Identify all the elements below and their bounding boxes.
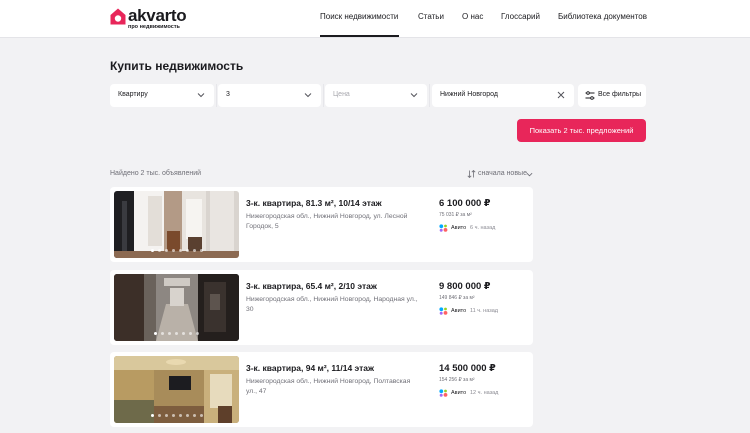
listing-price-per-m2: 154 256 ₽ за м²: [439, 377, 475, 383]
page-title: Купить недвижимость: [110, 59, 244, 73]
avito-icon: [439, 389, 448, 397]
listing-title[interactable]: 3-к. квартира, 81.3 м², 10/14 этаж: [246, 198, 382, 208]
avito-icon: [439, 224, 448, 232]
carousel-dot[interactable]: [150, 414, 154, 417]
listing-title[interactable]: 3-к. квартира, 65.4 м², 2/10 этаж: [246, 281, 377, 291]
listing-photo[interactable]: [114, 356, 239, 423]
photo-carousel-dots[interactable]: [114, 332, 239, 335]
property-type-value: Квартиру: [118, 91, 148, 98]
sliders-icon: [585, 91, 595, 100]
carousel-dot[interactable]: [199, 414, 203, 417]
carousel-dot[interactable]: [157, 249, 161, 252]
listing-address: Нижегородская обл., Нижний Новгород, Пол…: [246, 378, 411, 395]
listing-photo-image: [114, 191, 239, 258]
city-value: Нижний Новгород: [440, 91, 498, 98]
avito-icon: [439, 307, 448, 315]
carousel-dot[interactable]: [157, 414, 161, 417]
all-filters-label: Все фильтры: [598, 91, 641, 98]
rooms-value: 3: [226, 91, 230, 98]
nav-articles[interactable]: Статьи: [418, 12, 444, 21]
nav-search-property[interactable]: Поиск недвижимости: [320, 12, 398, 21]
nav-active-indicator: [320, 35, 399, 37]
chevron-down-icon: [410, 93, 418, 98]
listing-price-per-m2: 149 846 ₽ за м²: [439, 295, 475, 301]
listing-address: Нижегородская обл., Нижний Новгород, ул.…: [246, 213, 408, 230]
carousel-dot[interactable]: [171, 249, 175, 252]
sort-select[interactable]: сначала новые: [478, 170, 527, 177]
chevron-down-icon: [197, 93, 205, 98]
carousel-dot[interactable]: [178, 249, 182, 252]
listing-price-per-m2: 75 031 ₽ за м²: [439, 212, 472, 218]
logo-wordmark: akvarto: [128, 6, 187, 25]
carousel-dot[interactable]: [185, 249, 189, 252]
listing-source-name: Авито: [451, 225, 467, 231]
carousel-dot[interactable]: [196, 332, 199, 335]
carousel-dot[interactable]: [171, 414, 175, 417]
site-header: akvarto про недвижимость Поиск недвижимо…: [0, 0, 750, 38]
carousel-dot[interactable]: [199, 249, 203, 252]
nav-about[interactable]: О нас: [462, 12, 483, 21]
listing-price: 14 500 000 ₽: [439, 363, 496, 374]
listing-time-ago: 6 ч. назад: [470, 225, 496, 231]
logo-subtitle: про недвижимость: [128, 24, 180, 30]
carousel-dot[interactable]: [154, 332, 157, 335]
carousel-dot[interactable]: [189, 332, 192, 335]
filter-divider: [216, 84, 217, 107]
listing-source-name: Авито: [451, 390, 467, 396]
listing-price: 9 800 000 ₽: [439, 281, 491, 292]
results-count: Найдено 2 тыс. объявлений: [110, 170, 202, 177]
carousel-dot[interactable]: [161, 332, 164, 335]
listing-source-name: Авито: [451, 308, 467, 314]
chevron-down-icon: [304, 93, 312, 98]
photo-carousel-dots[interactable]: [114, 249, 239, 252]
price-placeholder: Цена: [333, 91, 350, 98]
carousel-dot[interactable]: [182, 332, 185, 335]
city-input[interactable]: Нижний Новгород: [432, 84, 574, 107]
photo-carousel-dots[interactable]: [114, 414, 239, 417]
listing-price: 6 100 000 ₽: [439, 198, 491, 209]
carousel-dot[interactable]: [185, 414, 189, 417]
listing-time-ago: 11 ч. назад: [470, 308, 498, 314]
listing-photo[interactable]: [114, 274, 239, 341]
all-filters-button[interactable]: Все фильтры: [578, 84, 646, 107]
close-icon[interactable]: [557, 91, 565, 99]
nav-document-library[interactable]: Библиотека документов: [558, 12, 647, 21]
carousel-dot[interactable]: [178, 414, 182, 417]
nav-glossary[interactable]: Глоссарий: [501, 12, 540, 21]
listing-photo[interactable]: [114, 191, 239, 258]
property-type-select[interactable]: Квартиру: [110, 84, 214, 107]
listing-time-ago: 12 ч. назад: [470, 390, 499, 396]
listing-card[interactable]: 3-к. квартира, 65.4 м², 2/10 этаж Нижего…: [110, 270, 533, 345]
rooms-select[interactable]: 3: [218, 84, 321, 107]
carousel-dot[interactable]: [164, 249, 168, 252]
carousel-dot[interactable]: [164, 414, 168, 417]
chevron-down-icon: [526, 172, 533, 177]
sort-icon[interactable]: [467, 170, 476, 178]
show-offers-button[interactable]: Показать 2 тыс. предложений: [517, 119, 646, 142]
listing-address: Нижегородская обл., Нижний Новгород, Нар…: [246, 296, 418, 313]
carousel-dot[interactable]: [150, 249, 154, 252]
carousel-dot[interactable]: [175, 332, 178, 335]
listing-photo-image: [114, 274, 239, 341]
listing-card[interactable]: 3-к. квартира, 81.3 м², 10/14 этаж Нижег…: [110, 187, 533, 262]
house-logo-icon: [110, 8, 126, 25]
filter-divider: [323, 84, 324, 107]
listing-title[interactable]: 3-к. квартира, 94 м², 11/14 этаж: [246, 363, 374, 373]
listing-card[interactable]: 3-к. квартира, 94 м², 11/14 этаж Нижегор…: [110, 352, 533, 427]
price-select[interactable]: Цена: [325, 84, 427, 107]
listing-photo-image: [114, 356, 239, 423]
carousel-dot[interactable]: [168, 332, 171, 335]
filter-divider: [429, 84, 430, 107]
carousel-dot[interactable]: [192, 249, 196, 252]
carousel-dot[interactable]: [192, 414, 196, 417]
